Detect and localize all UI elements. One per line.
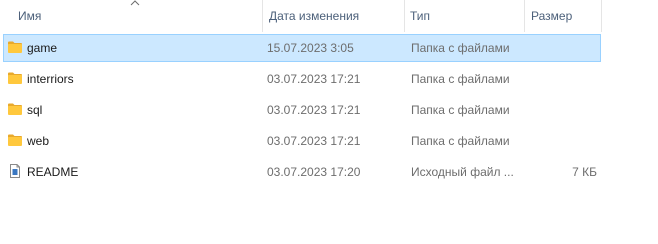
file-date: 03.07.2023 17:21	[267, 72, 361, 86]
column-header-name-label: Имя	[18, 9, 42, 23]
text-file-icon	[7, 159, 25, 185]
folder-icon	[7, 35, 25, 61]
folder-icon	[7, 128, 25, 154]
file-name: sql	[27, 103, 43, 117]
file-size	[529, 35, 597, 61]
file-row[interactable]: game 15.07.2023 3:05 Папка с файлами	[3, 34, 601, 62]
file-type: Папка с файлами	[411, 103, 510, 117]
file-type: Папка с файлами	[411, 134, 510, 148]
file-row[interactable]: sql 03.07.2023 17:21 Папка с файлами	[3, 96, 601, 124]
column-header-date-label: Дата изменения	[269, 9, 360, 23]
file-type: Исходный файл ...	[411, 165, 514, 179]
file-name: README	[27, 165, 79, 179]
column-header-type[interactable]: Тип	[404, 0, 524, 32]
file-size	[529, 66, 597, 92]
file-date: 15.07.2023 3:05	[267, 41, 354, 55]
column-header-size[interactable]: Размер	[524, 0, 602, 32]
file-row[interactable]: interriors 03.07.2023 17:21 Папка с файлам…	[3, 65, 601, 93]
column-header-date[interactable]: Дата изменения	[262, 0, 404, 32]
file-name: interriors	[27, 72, 74, 86]
sort-up-chevron-icon	[130, 0, 140, 6]
file-size	[529, 97, 597, 123]
file-date: 03.07.2023 17:20	[267, 165, 361, 179]
file-date: 03.07.2023 17:21	[267, 134, 361, 148]
column-header-bar: Имя Дата изменения Тип Размер	[0, 0, 658, 32]
file-name: game	[27, 41, 58, 55]
file-type: Папка с файлами	[411, 72, 510, 86]
file-row[interactable]: web 03.07.2023 17:21 Папка с файлами	[3, 127, 601, 155]
column-header-name[interactable]: Имя	[0, 0, 262, 32]
file-row[interactable]: README 03.07.2023 17:20 Исходный файл ... 7…	[3, 158, 601, 186]
file-date: 03.07.2023 17:21	[267, 103, 361, 117]
file-type: Папка с файлами	[411, 41, 510, 55]
file-size	[529, 128, 597, 154]
column-header-type-label: Тип	[410, 9, 431, 23]
file-size: 7 КБ	[572, 165, 597, 179]
file-name: web	[27, 134, 50, 148]
column-header-size-label: Размер	[531, 9, 573, 23]
folder-icon	[7, 97, 25, 123]
folder-icon	[7, 66, 25, 92]
